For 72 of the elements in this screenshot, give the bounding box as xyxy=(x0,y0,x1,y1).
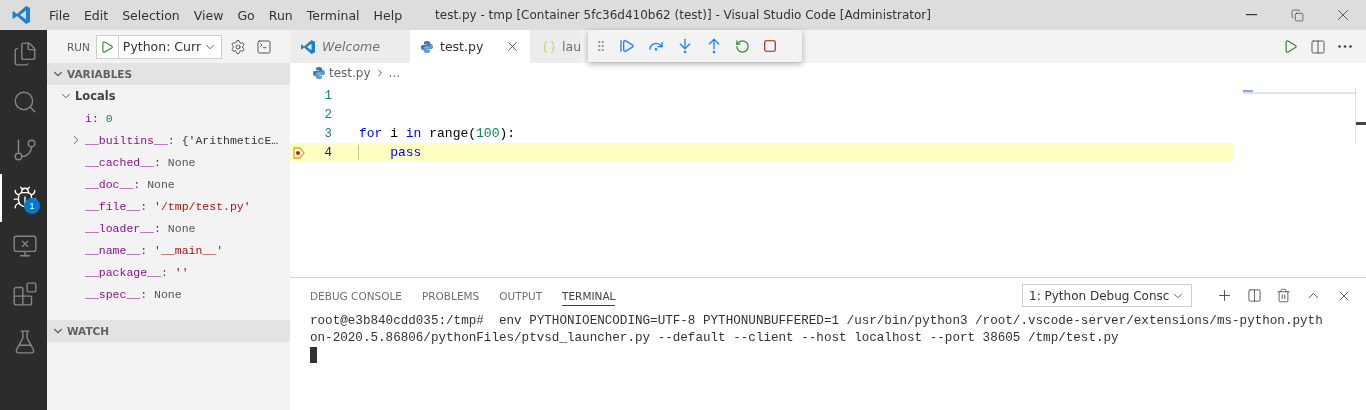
python-icon xyxy=(312,66,326,80)
code-line: pass xyxy=(358,145,422,160)
split-icon xyxy=(1310,38,1326,55)
delete-button[interactable] xyxy=(1274,286,1293,305)
terminal-line: on-2020.5.86806/pythonFiles/ptvsd_launcher.py --default --client --host localhost --port 38605 /tmp/test.py xyxy=(309,330,1120,347)
section-header[interactable]: WATCH xyxy=(47,320,290,342)
split-terminal-button[interactable] xyxy=(1245,286,1264,305)
variable-entry[interactable]: __cached__: None xyxy=(85,155,196,169)
menu-item[interactable]: Run xyxy=(261,7,300,23)
settings-icon xyxy=(230,38,247,55)
line-number: 2 xyxy=(323,107,332,122)
menu-item[interactable]: File xyxy=(42,7,77,23)
minimize-icon xyxy=(1245,14,1257,16)
monitor-icon xyxy=(11,233,38,259)
breadcrumb-item[interactable]: ... xyxy=(388,66,401,80)
play-icon xyxy=(1283,39,1298,54)
scope-name[interactable]: Locals xyxy=(75,89,116,103)
more-button[interactable] xyxy=(1336,43,1354,50)
panel-tab[interactable]: TERMINAL xyxy=(562,285,616,306)
panel-tab[interactable]: DEBUG CONSOLE xyxy=(310,285,402,306)
configuration-select[interactable]: Python: Curr xyxy=(118,35,222,58)
more-icon xyxy=(1338,45,1352,48)
line-number: 4 xyxy=(323,145,332,160)
terminal-icon xyxy=(256,38,273,55)
editor-tab[interactable]: Welcome xyxy=(290,30,410,63)
step-into-icon xyxy=(677,38,693,54)
blocks-icon xyxy=(11,281,38,307)
variable-entry[interactable]: __doc__: None xyxy=(85,177,175,191)
braces-icon xyxy=(542,39,556,54)
editor-tab[interactable]: test.py xyxy=(410,30,530,63)
step-out-icon xyxy=(706,38,722,54)
menu-item[interactable]: Selection xyxy=(115,7,187,23)
code-line: for i in range(100): xyxy=(358,126,516,141)
panel-tab[interactable]: OUTPUT xyxy=(499,285,543,306)
line-number: 3 xyxy=(323,126,332,141)
run-label: RUN xyxy=(67,40,90,53)
menu-item[interactable]: Help xyxy=(366,7,410,23)
vscode-logo-icon xyxy=(300,38,316,55)
variable-entry[interactable]: i: 0 xyxy=(85,111,113,125)
terminal-cursor xyxy=(310,347,317,363)
window-title: test.py - tmp [Container 5fc36d410b62 (test)] - Visual Studio Code [Administrator] xyxy=(435,8,931,22)
terminal-line: root@e3b840cdd035:/tmp# env PYTHONIOENCODING=UTF-8 PYTHONUNBUFFERED=1 /usr/bin/python3 /root/.vscode-server/extensions/ms-python.pyth xyxy=(309,313,1324,330)
menu-item[interactable]: Edit xyxy=(76,7,116,23)
terminal-select[interactable]: 1: Python Debug Consc xyxy=(1022,284,1192,307)
close-icon xyxy=(505,39,520,54)
count-badge: 1 xyxy=(24,198,40,214)
editor-tab[interactable]: lau xyxy=(530,30,582,63)
panel-tab[interactable]: PROBLEMS xyxy=(421,285,480,306)
stop-button[interactable] xyxy=(761,37,779,55)
menu-item[interactable]: Go xyxy=(230,7,262,23)
python-icon xyxy=(420,39,434,54)
plus-icon xyxy=(1216,287,1233,304)
variable-entry[interactable]: __loader__: None xyxy=(85,221,196,235)
breakpoint-icon xyxy=(293,146,305,159)
trash-icon xyxy=(1276,288,1291,303)
menu-item[interactable]: Terminal xyxy=(299,7,367,23)
restart-icon xyxy=(735,38,750,54)
variable-entry[interactable]: __package__: '' xyxy=(85,265,189,279)
continue-icon xyxy=(619,38,635,54)
breadcrumb-item[interactable]: test.py xyxy=(329,66,371,80)
menu-item[interactable]: View xyxy=(186,7,231,23)
line-number: 1 xyxy=(323,88,332,103)
bug-icon xyxy=(11,185,38,211)
section-header[interactable]: VARIABLES xyxy=(47,63,290,85)
split-icon xyxy=(1247,288,1262,303)
variable-entry[interactable]: __name__: '__main__' xyxy=(85,243,224,257)
play-icon xyxy=(100,39,115,54)
restore-icon xyxy=(1290,8,1304,22)
variable-entry[interactable]: __file__: '/tmp/test.py' xyxy=(85,199,251,213)
stop-icon xyxy=(763,39,777,53)
variable-entry[interactable]: __spec__: None xyxy=(85,287,182,301)
variable-entry[interactable]: __builtins__: {'ArithmeticE… xyxy=(85,133,279,147)
